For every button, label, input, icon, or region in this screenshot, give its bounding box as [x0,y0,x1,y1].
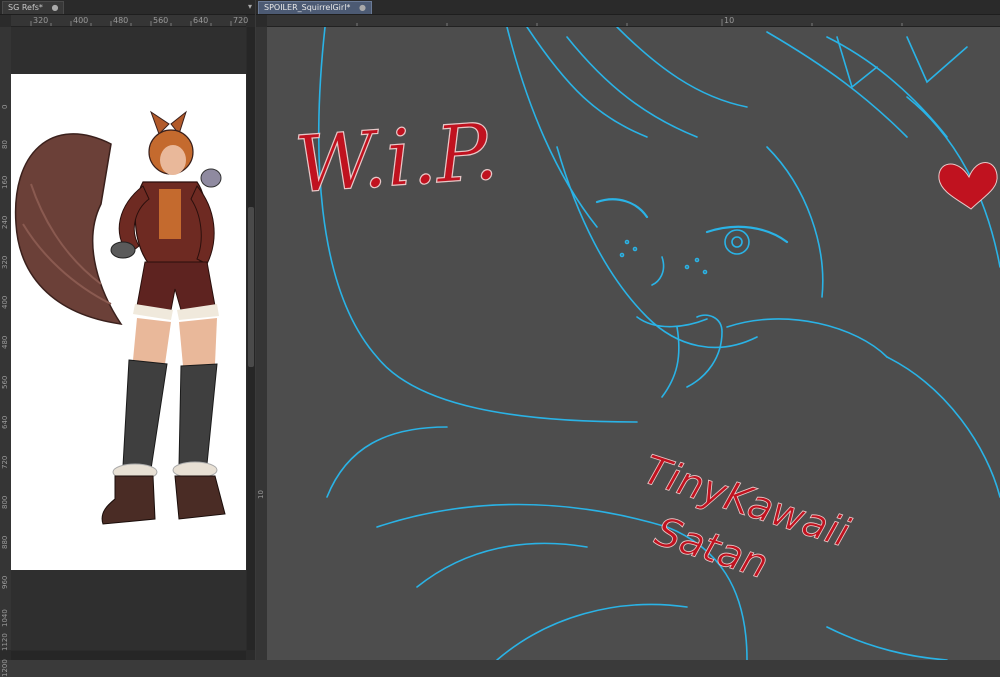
drawing-canvas[interactable]: W.i.P. TinyKawaii Satan [267,27,1000,660]
ruler-label: 1040 [1,609,9,627]
reference-scrollbar-vertical[interactable] [247,27,255,650]
ruler-label: 1120 [1,633,9,651]
squirrel-girl-illustration [14,110,226,525]
ruler-label: 720 [1,455,9,469]
ruler-label: 0 [1,104,9,109]
reference-panel: SG Refs* ● ▾ 320 400 480 560 640 720 0 8… [0,0,255,677]
reference-tabbar: SG Refs* ● ▾ [0,0,255,15]
tab-modified-icon[interactable]: ● [359,3,366,12]
ruler-label: 320 [1,255,9,269]
tab-label: SG Refs* [8,3,43,12]
ruler-label: 480 [113,16,129,25]
ruler-label: 400 [1,295,9,309]
ruler-label: 480 [1,335,9,349]
reference-ruler-horizontal: 320 400 480 560 640 720 [11,15,249,27]
tab-label: SPOILER_SquirrelGirl* [264,3,351,12]
ruler-label: 10 [257,490,265,499]
ruler-label: 240 [1,215,9,229]
ruler-label: 400 [73,16,89,25]
heart-icon [938,162,998,210]
tab-spoiler-squirrelgirl[interactable]: SPOILER_SquirrelGirl* ● [258,1,372,14]
ruler-label: 160 [1,175,9,189]
ruler-label: 560 [1,375,9,389]
canvas-tabbar: SPOILER_SquirrelGirl* ● [256,0,1000,15]
reference-image[interactable] [11,74,246,570]
canvas-panel: SPOILER_SquirrelGirl* ● 10 10 W.i.P. Tin… [256,0,1000,660]
ruler-label: 720 [233,16,249,25]
ruler-label: 880 [1,535,9,549]
ruler-ticks-h [356,19,903,26]
ruler-label: 80 [1,140,9,149]
tab-modified-icon[interactable]: ● [51,3,58,12]
ruler-label: 10 [724,16,735,25]
panel-menu-chevron-icon[interactable]: ▾ [248,2,252,11]
ruler-label: 1200 [1,659,9,677]
ruler-label: 800 [1,495,9,509]
ruler-label: 960 [1,575,9,589]
reference-viewport[interactable] [11,27,246,650]
sketch-artwork: W.i.P. TinyKawaii Satan [291,27,1000,660]
ruler-label: 640 [1,415,9,429]
wip-lettering: W.i.P. [292,107,500,211]
tab-sg-refs[interactable]: SG Refs* ● [2,1,65,14]
signature: TinyKawaii Satan [638,447,856,589]
ruler-label: 320 [33,16,49,25]
ruler-label: 640 [193,16,209,25]
scrollbar-thumb[interactable] [248,207,254,367]
canvas-ruler-horizontal: 10 [267,15,1000,27]
ruler-label: 560 [153,16,169,25]
reference-scrollbar-horizontal[interactable] [11,651,246,660]
